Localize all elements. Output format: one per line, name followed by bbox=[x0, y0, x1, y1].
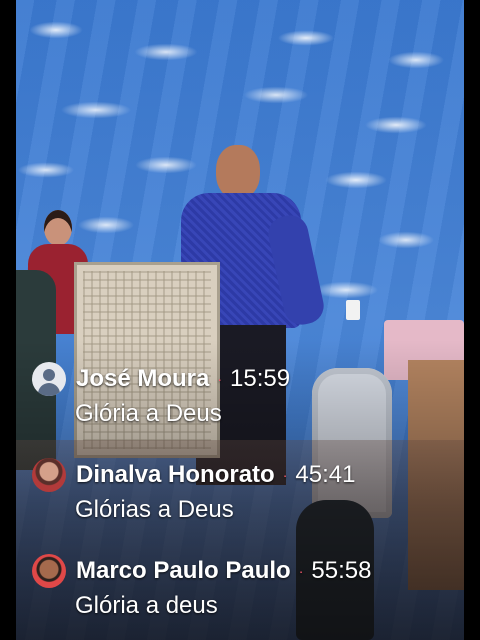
comment-item[interactable]: Marco Paulo Paulo · 55:58 Glória a deus bbox=[32, 554, 452, 620]
separator-dot: · bbox=[298, 563, 304, 579]
comment-time: 15:59 bbox=[230, 365, 291, 392]
comment-time: 45:41 bbox=[295, 461, 356, 488]
separator-dot: · bbox=[282, 467, 288, 483]
comment-message: Glórias a Deus bbox=[75, 496, 234, 523]
comment-message: Glória a deus bbox=[75, 592, 218, 619]
comment-item[interactable]: José Moura · 15:59 Glória a Deus bbox=[32, 362, 452, 428]
live-video[interactable] bbox=[16, 0, 464, 640]
separator-dot: · bbox=[217, 371, 223, 387]
comment-item[interactable]: Dinalva Honorato · 45:41 Glórias a Deus bbox=[32, 458, 452, 524]
commenter-name[interactable]: Dinalva Honorato bbox=[76, 461, 275, 489]
comment-message: Glória a Deus bbox=[75, 400, 222, 427]
light-switch bbox=[346, 300, 360, 320]
commenter-name[interactable]: Marco Paulo Paulo bbox=[76, 557, 291, 585]
comment-time: 55:58 bbox=[311, 557, 372, 584]
commenter-name[interactable]: José Moura bbox=[76, 365, 209, 393]
profile-photo[interactable] bbox=[32, 554, 66, 588]
default-avatar-icon[interactable] bbox=[32, 362, 66, 396]
profile-photo[interactable] bbox=[32, 458, 66, 492]
